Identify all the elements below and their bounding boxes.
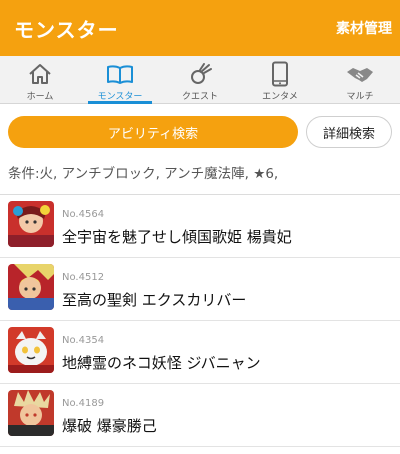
monster-thumbnail bbox=[8, 201, 54, 247]
quest-icon bbox=[185, 61, 215, 87]
tab-label: エンタメ bbox=[262, 92, 298, 102]
tab-entertainment[interactable]: エンタメ bbox=[240, 56, 320, 103]
monster-number: No.4564 bbox=[62, 209, 105, 220]
page-title: モンスター bbox=[14, 17, 119, 42]
ability-search-button[interactable]: アビリティ検索 bbox=[8, 116, 298, 148]
monster-name: 地縛霊のネコ妖怪 ジバニャン bbox=[62, 354, 261, 372]
tab-label: マルチ bbox=[346, 92, 374, 102]
detail-search-button[interactable]: 詳細検索 bbox=[306, 116, 392, 148]
monster-name: 爆破 爆豪勝己 bbox=[62, 417, 157, 435]
book-icon bbox=[105, 61, 135, 87]
tab-label: ホーム bbox=[26, 92, 54, 102]
smartphone-icon bbox=[265, 61, 295, 87]
app-header: モンスター 素材管理 bbox=[0, 0, 400, 56]
monster-name: 全宇宙を魅了せし傾国歌姫 楊貴妃 bbox=[62, 228, 292, 246]
monster-number: No.4512 bbox=[62, 272, 105, 283]
list-item[interactable]: No.4354 地縛霊のネコ妖怪 ジバニャン bbox=[0, 321, 400, 384]
monster-thumbnail bbox=[8, 264, 54, 310]
monster-name: 至高の聖剣 エクスカリバー bbox=[62, 291, 247, 309]
search-condition: 条件:火, アンチブロック, アンチ魔法陣, ★6, bbox=[8, 166, 279, 182]
monster-list: No.4564 全宇宙を魅了せし傾国歌姫 楊貴妃 No.4512 至高の聖剣 エ… bbox=[0, 195, 400, 447]
monster-thumbnail bbox=[8, 390, 54, 436]
tab-monster[interactable]: モンスター bbox=[80, 56, 160, 104]
tab-label: クエスト bbox=[181, 92, 218, 102]
tab-bar: ホーム モンスター クエスト エンタメ マルチ bbox=[0, 56, 400, 104]
tab-home[interactable]: ホーム bbox=[0, 56, 80, 103]
home-icon bbox=[25, 61, 55, 87]
handshake-icon bbox=[345, 61, 375, 87]
materials-management-link[interactable]: 素材管理 bbox=[336, 18, 392, 38]
monster-thumbnail bbox=[8, 327, 54, 373]
list-item[interactable]: No.4512 至高の聖剣 エクスカリバー bbox=[0, 258, 400, 321]
tab-multi[interactable]: マルチ bbox=[320, 56, 400, 103]
monster-number: No.4189 bbox=[62, 398, 105, 409]
tab-quest[interactable]: クエスト bbox=[160, 56, 240, 103]
list-item[interactable]: No.4189 爆破 爆豪勝己 bbox=[0, 384, 400, 447]
list-item[interactable]: No.4564 全宇宙を魅了せし傾国歌姫 楊貴妃 bbox=[0, 195, 400, 258]
monster-number: No.4354 bbox=[62, 335, 105, 346]
search-actions: アビリティ検索 詳細検索 bbox=[0, 104, 400, 160]
tab-label: モンスター bbox=[97, 92, 143, 102]
